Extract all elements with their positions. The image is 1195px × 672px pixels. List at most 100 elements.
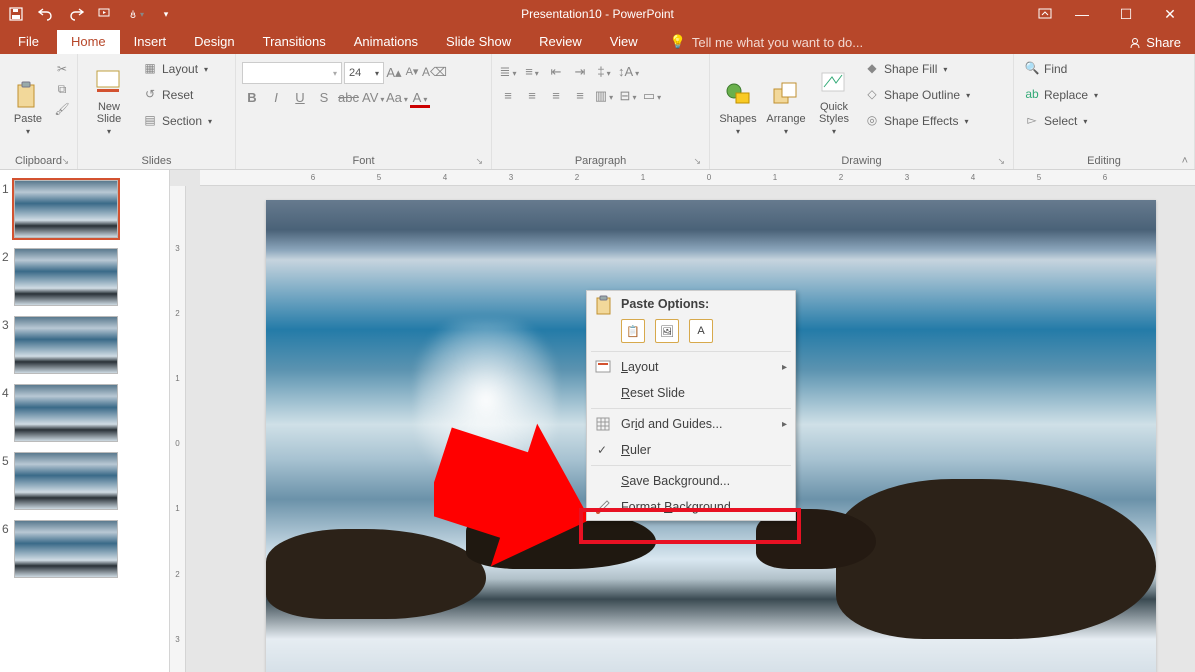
tab-home[interactable]: Home xyxy=(57,30,120,54)
line-spacing-button[interactable]: ‡ xyxy=(594,64,614,80)
arrange-label: Arrange xyxy=(766,113,805,125)
clear-formatting-icon[interactable]: A⌫ xyxy=(422,65,438,81)
numbering-button[interactable]: ≡ xyxy=(522,64,542,80)
drawing-group-label: Drawing↘ xyxy=(716,153,1007,169)
shadow-button[interactable]: S xyxy=(314,90,334,108)
slide-thumbnail-panel[interactable]: 1 2 3 4 5 6 xyxy=(0,170,170,672)
collapse-ribbon-icon[interactable]: ˄ xyxy=(1182,155,1188,167)
slide-thumbnail[interactable]: 3 xyxy=(14,316,155,374)
font-size-combo[interactable]: 24▾ xyxy=(344,62,384,84)
tab-transitions[interactable]: Transitions xyxy=(249,30,340,54)
slide-number: 4 xyxy=(2,386,9,400)
increase-font-icon[interactable]: A▴ xyxy=(386,65,402,81)
start-from-beginning-icon[interactable] xyxy=(98,6,114,22)
shape-outline-button[interactable]: ◇Shape Outline▾ xyxy=(860,84,974,106)
horizontal-ruler: 6543210123456 xyxy=(200,170,1195,186)
tell-me-search[interactable]: 💡 Tell me what you want to do... xyxy=(662,30,871,54)
ctx-layout[interactable]: LLayoutayout▸ xyxy=(587,354,795,380)
tab-view[interactable]: View xyxy=(596,30,652,54)
current-slide[interactable]: Paste Options: 📋 🖼 A LLayoutayout▸ Reset… xyxy=(266,200,1156,672)
tab-file[interactable]: File xyxy=(0,30,57,54)
char-spacing-button[interactable]: AV xyxy=(362,90,382,108)
ribbon-display-options-icon[interactable] xyxy=(1037,6,1053,22)
layout-icon xyxy=(595,359,611,375)
paste-picture-icon[interactable]: 🖼 xyxy=(655,319,679,343)
slide-number: 6 xyxy=(2,522,9,536)
copy-icon[interactable]: ⧉ xyxy=(54,82,70,98)
smartart-button[interactable]: ▭ xyxy=(642,88,662,104)
share-button[interactable]: Share xyxy=(1114,31,1195,54)
touch-mode-icon[interactable] xyxy=(128,6,144,22)
slide-thumbnail[interactable]: 2 xyxy=(14,248,155,306)
tab-animations[interactable]: Animations xyxy=(340,30,432,54)
slide-canvas[interactable]: 6543210123456 3210123 xyxy=(170,170,1195,672)
ctx-grid-guides[interactable]: Grid and Guides...▸ xyxy=(587,411,795,437)
paste-text-icon[interactable]: A xyxy=(689,319,713,343)
underline-button[interactable]: U xyxy=(290,90,310,108)
ctx-ruler[interactable]: ✓ Ruler xyxy=(587,437,795,463)
tab-design[interactable]: Design xyxy=(180,30,248,54)
change-case-button[interactable]: Aa xyxy=(386,90,406,108)
menu-bar: File Home Insert Design Transitions Anim… xyxy=(0,28,1195,54)
font-name-combo[interactable]: ▾ xyxy=(242,62,342,84)
ctx-save-background[interactable]: Save Background... xyxy=(587,468,795,494)
share-icon xyxy=(1128,36,1142,50)
cut-icon[interactable]: ✂ xyxy=(54,62,70,78)
layout-button[interactable]: ▦Layout▾ xyxy=(138,58,216,80)
shapes-button[interactable]: Shapes▾ xyxy=(716,58,760,138)
section-button[interactable]: ▤Section▾ xyxy=(138,110,216,132)
tab-review[interactable]: Review xyxy=(525,30,596,54)
columns-button[interactable]: ▥ xyxy=(594,88,614,104)
new-slide-button[interactable]: New Slide ▾ xyxy=(84,58,134,138)
decrease-indent-button[interactable]: ⇤ xyxy=(546,64,566,80)
tab-insert[interactable]: Insert xyxy=(120,30,181,54)
align-text-button[interactable]: ⊟ xyxy=(618,88,638,104)
quick-styles-button[interactable]: Quick Styles▾ xyxy=(812,58,856,138)
share-label: Share xyxy=(1146,35,1181,50)
close-button[interactable]: ✕ xyxy=(1155,6,1185,23)
decrease-font-icon[interactable]: A▾ xyxy=(404,65,420,81)
bullets-button[interactable]: ≣ xyxy=(498,64,518,80)
clipboard-icon xyxy=(595,295,613,315)
select-button[interactable]: ▻Select▾ xyxy=(1020,110,1102,132)
tab-slideshow[interactable]: Slide Show xyxy=(432,30,525,54)
redo-icon[interactable] xyxy=(68,6,84,22)
format-painter-icon[interactable]: 🖌 xyxy=(54,102,70,118)
save-icon[interactable] xyxy=(8,6,24,22)
slide-thumbnail[interactable]: 4 xyxy=(14,384,155,442)
annotation-arrow xyxy=(434,420,594,570)
customize-qat-icon[interactable]: ▾ xyxy=(158,6,174,22)
slide-thumbnail[interactable]: 1 xyxy=(14,180,155,238)
slide-thumbnail[interactable]: 6 xyxy=(14,520,155,578)
arrange-button[interactable]: Arrange▾ xyxy=(764,58,808,138)
slide-number: 5 xyxy=(2,454,9,468)
justify-button[interactable]: ≡ xyxy=(570,88,590,104)
paste-button[interactable]: Paste ▾ xyxy=(6,58,50,138)
maximize-button[interactable]: ☐ xyxy=(1111,6,1141,23)
italic-button[interactable]: I xyxy=(266,90,286,108)
slide-number: 3 xyxy=(2,318,9,332)
align-left-button[interactable]: ≡ xyxy=(498,88,518,104)
find-button[interactable]: 🔍Find xyxy=(1020,58,1102,80)
increase-indent-button[interactable]: ⇥ xyxy=(570,64,590,80)
ctx-format-background[interactable]: Format Background... xyxy=(587,494,795,520)
minimize-button[interactable]: — xyxy=(1067,6,1097,22)
shape-effects-button[interactable]: ◎Shape Effects▾ xyxy=(860,110,974,132)
reset-button[interactable]: ↺Reset xyxy=(138,84,216,106)
font-color-button[interactable]: A xyxy=(410,90,430,108)
replace-button[interactable]: abReplace▾ xyxy=(1020,84,1102,106)
align-center-button[interactable]: ≡ xyxy=(522,88,542,104)
shape-fill-button[interactable]: ◆Shape Fill▾ xyxy=(860,58,974,80)
ctx-reset-slide[interactable]: Reset Slide xyxy=(587,380,795,406)
shapes-label: Shapes xyxy=(719,113,756,125)
slide-number: 2 xyxy=(2,250,9,264)
strikethrough-button[interactable]: abc xyxy=(338,90,358,108)
slide-thumbnail[interactable]: 5 xyxy=(14,452,155,510)
paste-dest-theme-icon[interactable]: 📋 xyxy=(621,319,645,343)
text-direction-button[interactable]: ↕A xyxy=(618,64,638,80)
align-right-button[interactable]: ≡ xyxy=(546,88,566,104)
title-bar: ▾ Presentation10 - PowerPoint — ☐ ✕ xyxy=(0,0,1195,28)
bold-button[interactable]: B xyxy=(242,90,262,108)
new-slide-label: New Slide xyxy=(97,101,121,125)
undo-icon[interactable] xyxy=(38,6,54,22)
